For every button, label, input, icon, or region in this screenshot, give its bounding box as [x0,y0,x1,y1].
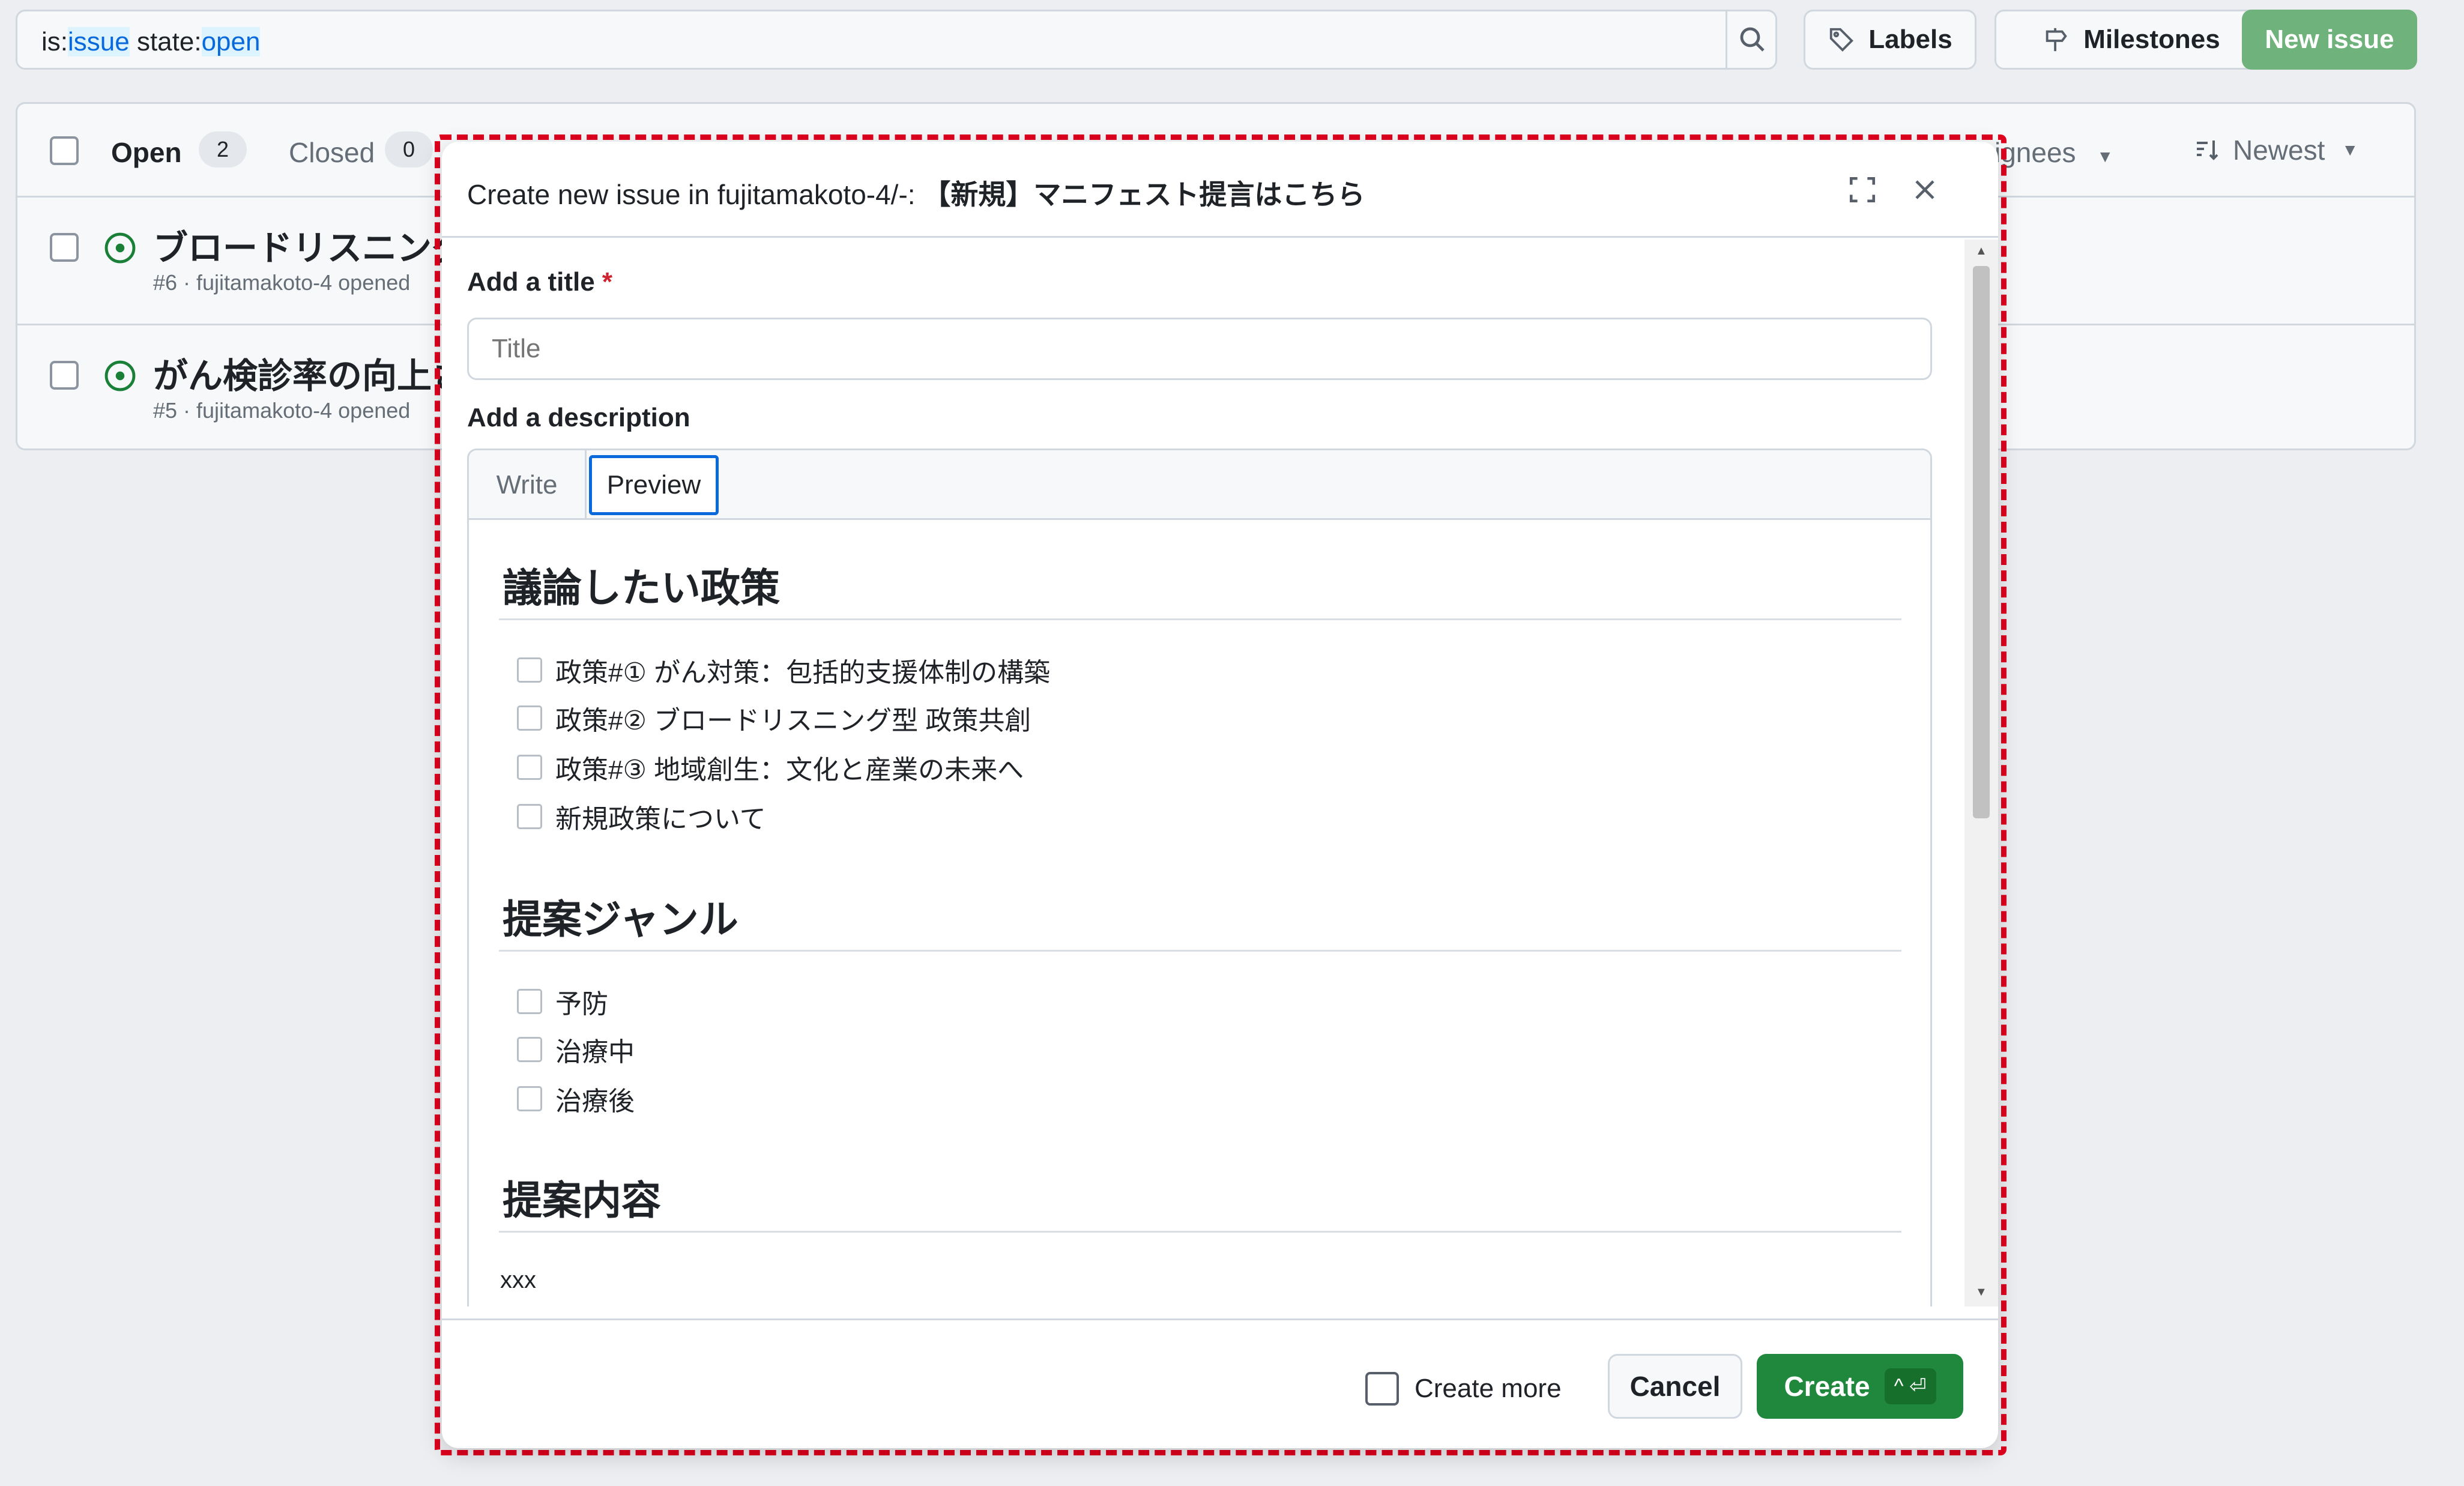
task-checkbox[interactable] [517,657,542,683]
heading-rule [499,950,1901,952]
task-item: 治療後 [517,1080,635,1118]
heading-rule [499,618,1901,620]
task-item: 政策#② ブロードリスニング型 政策共創 [517,699,1031,737]
dialog-scrollbar[interactable]: ▲ ▼ [1964,240,1998,1306]
issue-open-icon [104,360,136,391]
fullscreen-button[interactable] [1838,166,1886,214]
task-item: 治療中 [517,1030,635,1069]
issue-title-link[interactable]: ブロードリスニング [153,220,467,270]
open-count-badge: 2 [199,131,247,168]
create-button-label: Create [1784,1371,1870,1402]
preview-heading: 提案ジャンル [503,897,738,941]
milestone-icon [2046,28,2068,52]
task-item: 政策#③ 地域創生：文化と産業の未来へ [517,748,1024,787]
task-checkbox[interactable] [517,804,542,829]
task-item: 政策#① がん対策：包括的支援体制の構築 [517,651,1050,689]
description-editor: Write Preview 議論したい政策 政策#① がん対策：包括的支援体制の… [467,449,1932,1306]
issue-meta: #6 · fujitamakoto-4 opened [153,270,411,295]
dialog-header: Create new issue in fujitamakoto-4/-: 【新… [442,142,1998,238]
issue-title-link[interactable]: がん検診率の向上さ [153,348,467,398]
milestones-button[interactable]: Milestones [1994,10,2268,70]
title-field-label: Add a title * [467,267,613,297]
close-icon [1915,180,1934,199]
create-issue-dialog: Create new issue in fujitamakoto-4/-: 【新… [442,142,1998,1448]
closed-count-badge: 0 [385,131,433,168]
heading-rule [499,1231,1901,1233]
scrollbar-thumb[interactable] [1973,266,1990,818]
dialog-title: Create new issue in fujitamakoto-4/-: 【新… [467,179,1365,210]
new-issue-button[interactable]: New issue [2242,10,2417,70]
task-checkbox[interactable] [517,755,542,780]
description-field-label: Add a description [467,403,690,432]
task-checkbox[interactable] [517,705,542,731]
tag-icon [1830,28,1854,52]
search-button[interactable] [1726,10,1777,70]
issue-checkbox[interactable] [50,233,79,262]
dialog-body[interactable]: Add a title * Add a description Write Pr… [442,240,1998,1306]
create-more-label: Create more [1415,1374,1562,1403]
search-icon [1740,27,1765,52]
create-more-checkbox[interactable] [1365,1372,1399,1406]
open-tab[interactable]: Open [111,136,182,169]
task-checkbox[interactable] [517,1086,542,1111]
dialog-footer: Create more Cancel Create ^ ⏎ [442,1318,1998,1448]
scroll-up-arrow-icon[interactable]: ▲ [1975,244,1987,258]
create-more-toggle[interactable]: Create more [1365,1372,1562,1406]
preview-heading: 議論したい政策 [503,566,780,610]
close-button[interactable] [1901,166,1949,214]
create-button[interactable]: Create ^ ⏎ [1757,1354,1963,1419]
search-query-text: is:issue state:open [41,27,261,56]
closed-tab[interactable]: Closed [289,136,375,169]
tab-write[interactable]: Write [469,450,587,520]
issue-title-input[interactable] [467,318,1932,380]
select-all-checkbox[interactable] [50,136,79,165]
sort-icon [2197,140,2218,160]
issue-checkbox[interactable] [50,361,79,390]
chevron-down-icon: ▼ [2342,140,2359,159]
task-item: 新規政策について [517,797,766,836]
labels-button[interactable]: Labels [1804,10,1976,70]
issue-open-icon [104,232,136,264]
issue-search-input[interactable]: is:issue state:open [16,10,1777,70]
cancel-button[interactable]: Cancel [1608,1354,1742,1419]
milestones-button-label: Milestones [2083,25,2220,54]
task-checkbox[interactable] [517,989,542,1014]
editor-tab-bar: Write Preview [469,450,1930,520]
issue-meta: #5 · fujitamakoto-4 opened [153,398,411,423]
task-item: 予防 [517,982,608,1021]
chevron-down-icon: ▼ [2097,147,2114,166]
scroll-down-arrow-icon[interactable]: ▼ [1975,1285,1987,1299]
keyboard-shortcut-hint: ^ ⏎ [1884,1368,1936,1404]
expand-icon [1849,177,1876,203]
preview-heading: 提案内容 [503,1178,661,1222]
tab-preview[interactable]: Preview [589,455,719,515]
labels-button-label: Labels [1868,25,1952,54]
sort-dropdown-label: Newest [2233,134,2325,166]
preview-paragraph: xxx [500,1267,536,1293]
task-checkbox[interactable] [517,1037,542,1062]
sort-dropdown[interactable]: Newest ▼ [2193,134,2358,166]
